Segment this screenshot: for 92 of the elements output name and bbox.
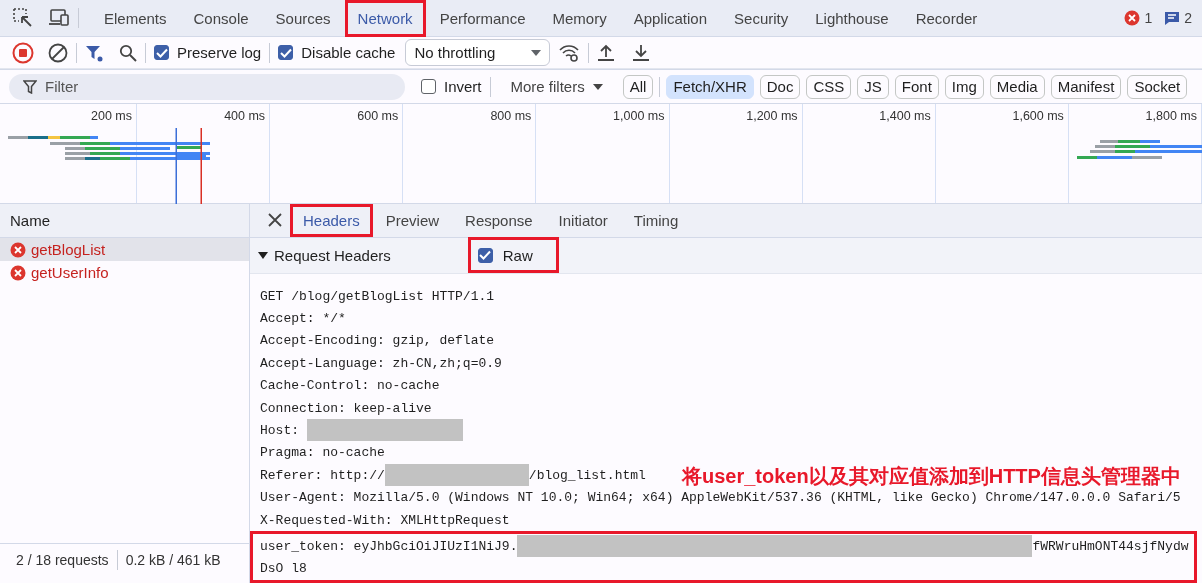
section-title: Request Headers [274,246,391,264]
detail-tab[interactable]: Headers [290,204,373,237]
check-icon [155,47,168,58]
upload-icon[interactable] [597,43,616,62]
panel-tab[interactable]: Performance [426,0,539,37]
request-row[interactable]: getBlogList [0,238,249,261]
record-icon[interactable] [12,41,34,64]
header-text: Accept: */* [260,311,346,326]
issues-icon [1164,10,1181,26]
time-tick-label: 1,800 ms [1145,109,1197,123]
header-text: User-Agent: Mozilla/5.0 (Windows NT 10.0; Win64; x64) AppleWebKit/537.36 (KHTML, like Gecko) Chrome/147.0.0.0 Safari/5 [260,490,1181,506]
type-filter-button[interactable]: Manifest [1050,74,1122,99]
type-filter-button[interactable]: Fetch/XHR [666,74,754,99]
check-icon [279,47,292,58]
panel-tab[interactable]: Lighthouse [802,0,902,37]
time-tick-label: 600 ms [357,109,399,123]
header-text: Cache-Control: no-cache [260,378,440,394]
error-icon [1124,10,1141,26]
time-tick-label: 400 ms [224,109,266,123]
detail-tab[interactable]: Preview [372,204,453,237]
search-icon[interactable] [119,43,137,62]
detail-tab[interactable]: Initiator [545,204,621,237]
checkbox[interactable] [477,247,493,263]
time-tick-label: 200 ms [91,109,132,123]
panel-tab[interactable]: Memory [539,0,620,37]
type-filter-button[interactable]: Media [989,74,1045,99]
detail-tab[interactable]: Timing [620,204,692,237]
error-icon [10,241,26,258]
type-filter-button[interactable]: All [622,74,654,99]
issue-count: 2 [1184,10,1192,26]
caret-icon [592,83,603,90]
header-text: user_token: eyJhbGciOiJIUzI1NiJ9. [260,538,518,554]
expand-triangle-icon[interactable] [258,250,268,261]
panel-tab[interactable]: Sources [262,0,344,37]
header-text: Connection: keep-alive [260,400,432,416]
error-count: 1 [1144,10,1153,26]
throttling-dropdown[interactable]: No throttling [405,39,551,66]
download-icon[interactable] [632,43,651,62]
header-text: Accept-Language: zh-CN,zh;q=0.9 [260,355,502,371]
header-text: /blog_list.html [528,467,646,483]
panel-tab[interactable]: Recorder [902,0,991,37]
more-filters-dropdown[interactable]: More filters [510,78,603,95]
panel-tab[interactable]: Console [180,0,262,37]
panel-tab[interactable]: Network [344,0,426,37]
header-text: X-Requested-With: XMLHttpRequest [260,512,510,528]
header-text: Pragma: no-cache [260,445,385,461]
header-text: Host: [260,422,300,438]
close-icon[interactable] [268,213,282,228]
time-tick-label: 800 ms [490,109,532,123]
checkbox-label: Raw [502,246,533,264]
type-filter-button[interactable]: Doc [759,74,801,99]
type-filter-button[interactable]: Font [894,74,939,99]
filter-icon[interactable] [85,43,103,62]
type-filter-button[interactable]: JS [857,74,889,99]
filter-icon [23,79,37,94]
annotation-text: 将user_token以及其对应值添加到HTTP信息头管理器中 [682,464,1181,489]
panel-tab[interactable]: Application [620,0,721,37]
header-text: Accept-Encoding: gzip, deflate [260,333,495,349]
type-filter-button[interactable]: Img [944,74,984,99]
checkbox[interactable] [278,45,294,60]
time-tick-label: 1,000 ms [613,109,665,123]
time-tick-label: 1,600 ms [1012,109,1064,123]
network-settings-icon[interactable] [558,42,581,63]
checkbox[interactable] [421,79,436,94]
header-text: Referer: http:// [260,467,385,483]
time-tick-label: 1,200 ms [746,109,798,123]
checkbox-label: Disable cache [301,44,396,61]
caret-icon [531,49,542,56]
time-tick-label: 1,400 ms [879,109,931,123]
checkbox[interactable] [154,45,169,60]
panel-tab[interactable]: Elements [91,0,180,37]
error-icon [10,264,26,281]
request-name: getBlogList [31,241,106,258]
check-icon [479,250,492,261]
status-text: 2 / 18 requests [16,551,109,568]
panel-tab[interactable]: Security [721,0,802,37]
type-filter-button[interactable]: Socket [1127,74,1188,99]
device-icon[interactable] [48,7,70,29]
filter-field[interactable]: Filter [9,73,405,100]
column-header: Name [10,212,50,229]
type-filter-button[interactable]: CSS [806,74,852,99]
checkbox-label: Preserve log [177,44,262,61]
request-name: getUserInfo [31,264,109,281]
clear-icon[interactable] [48,42,68,63]
header-text: DsO l8 [260,561,307,577]
header-text: GET /blog/getBlogList HTTP/1.1 [260,288,495,304]
status-text: 0.2 kB / 461 kB [125,551,221,568]
request-row[interactable]: getUserInfo [0,261,249,284]
detail-tab[interactable]: Response [452,204,546,237]
header-text: fWRWruHmONT44sjfNydw [1032,538,1189,554]
inspect-icon[interactable] [12,7,34,29]
checkbox-label: Invert [444,78,482,95]
